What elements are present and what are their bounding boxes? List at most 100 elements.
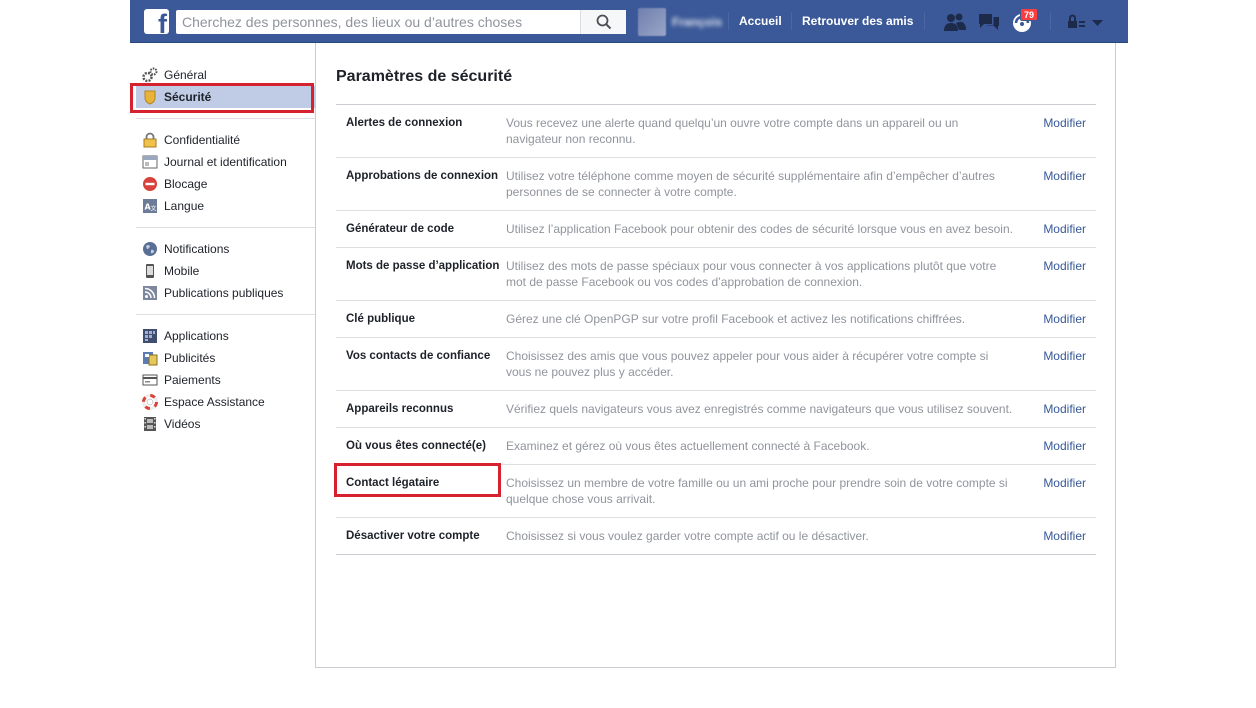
setting-label: Alertes de connexion [346, 117, 463, 129]
setting-description: Gérez une clé OpenPGP sur votre profil F… [506, 312, 966, 326]
settings-row-login-alerts[interactable]: Alertes de connexion Vous recevez une al… [336, 105, 1096, 158]
nav-find-friends-link[interactable]: Retrouver des amis [802, 14, 913, 28]
sidebar-item-general[interactable]: Général [136, 64, 316, 86]
setting-description: Choisissez des amis que vous pouvez appe… [506, 349, 989, 379]
edit-link[interactable]: Modifier [1043, 168, 1086, 184]
edit-link[interactable]: Modifier [1043, 528, 1086, 544]
timeline-icon [142, 154, 158, 170]
sidebar-group-apps: Applications Publicités Paiements Espace… [136, 321, 316, 439]
top-bar: f François Accueil Retrouver des amis [130, 0, 1128, 43]
sidebar-item-apps[interactable]: Applications [136, 325, 316, 347]
svg-text:文: 文 [151, 205, 157, 213]
film-icon [142, 416, 158, 432]
facebook-logo-icon[interactable]: f [144, 9, 169, 34]
edit-link[interactable]: Modifier [1043, 311, 1086, 327]
sidebar-item-label: Journal et identification [164, 155, 287, 169]
setting-description: Utilisez des mots de passe spéciaux pour… [506, 259, 997, 289]
friend-requests-icon[interactable] [943, 11, 967, 33]
sidebar-divider [136, 314, 315, 315]
notifications-badge: 79 [1020, 8, 1039, 21]
settings-row-code-generator[interactable]: Générateur de code Utilisez l’applicatio… [336, 211, 1096, 248]
globe-icon [142, 241, 158, 257]
sidebar-item-privacy[interactable]: Confidentialité [136, 129, 316, 151]
edit-link[interactable]: Modifier [1043, 401, 1086, 417]
gear-icon [142, 67, 158, 83]
sidebar-item-label: Langue [164, 199, 205, 213]
sidebar-divider [136, 227, 315, 228]
settings-sidebar: Général Sécurité Confidentialité Journal… [136, 60, 316, 439]
edit-link[interactable]: Modifier [1043, 221, 1086, 237]
edit-link[interactable]: Modifier [1043, 438, 1086, 454]
messages-icon[interactable] [977, 11, 1001, 33]
search-icon [596, 14, 612, 30]
sidebar-item-label: Confidentialité [164, 133, 241, 147]
sidebar-item-language[interactable]: A文 Langue [136, 195, 316, 217]
search-button[interactable] [580, 10, 626, 34]
sidebar-item-label: Sécurité [164, 90, 212, 104]
sidebar-item-label: Applications [164, 329, 229, 343]
edit-link[interactable]: Modifier [1043, 258, 1086, 274]
settings-row-legacy-contact[interactable]: Contact légataire Choisissez un membre d… [336, 465, 1096, 518]
sidebar-item-security[interactable]: Sécurité [136, 86, 316, 108]
nav-divider [728, 12, 729, 30]
sidebar-item-mobile[interactable]: Mobile [136, 260, 316, 282]
setting-description: Utilisez l’application Facebook pour obt… [506, 222, 1013, 236]
sidebar-item-public-posts[interactable]: Publications publiques [136, 282, 316, 304]
setting-label: Désactiver votre compte [346, 530, 480, 542]
search-box [176, 10, 626, 34]
edit-link[interactable]: Modifier [1043, 475, 1086, 491]
sidebar-item-support[interactable]: Espace Assistance [136, 391, 316, 413]
sidebar-divider [136, 118, 315, 119]
nav-divider [1050, 12, 1051, 30]
settings-row-trusted-contacts[interactable]: Vos contacts de confiance Choisissez des… [336, 338, 1096, 391]
edit-link[interactable]: Modifier [1043, 115, 1086, 131]
sidebar-item-label: Publicités [164, 351, 216, 365]
sidebar-item-ads[interactable]: Publicités [136, 347, 316, 369]
apps-icon [142, 328, 158, 344]
setting-description: Choisissez un membre de votre famille ou… [506, 476, 1008, 506]
setting-label: Vos contacts de confiance [346, 350, 491, 362]
lock-icon [142, 132, 158, 148]
setting-label: Où vous êtes connecté(e) [346, 440, 486, 452]
settings-row-login-approvals[interactable]: Approbations de connexion Utilisez votre… [336, 158, 1096, 211]
sidebar-item-notifications[interactable]: Notifications [136, 238, 316, 260]
privacy-shortcuts-icon[interactable] [1065, 11, 1089, 33]
settings-row-deactivate-account[interactable]: Désactiver votre compte Choisissez si vo… [336, 518, 1096, 555]
setting-label: Appareils reconnus [346, 403, 454, 415]
settings-row-recognized-devices[interactable]: Appareils reconnus Vérifiez quels naviga… [336, 391, 1096, 428]
profile-link[interactable]: François [638, 8, 722, 36]
sidebar-item-label: Paiements [164, 373, 221, 387]
setting-description: Vérifiez quels navigateurs vous avez enr… [506, 402, 1013, 416]
sidebar-item-timeline[interactable]: Journal et identification [136, 151, 316, 173]
setting-label: Générateur de code [346, 223, 455, 235]
settings-row-app-passwords[interactable]: Mots de passe d’application Utilisez des… [336, 248, 1096, 301]
settings-row-public-key[interactable]: Clé publique Gérez une clé OpenPGP sur v… [336, 301, 1096, 338]
page-title: Paramètres de sécurité [336, 68, 513, 85]
nav-home-link[interactable]: Accueil [739, 14, 782, 28]
sidebar-group-notifications: Notifications Mobile Publications publiq… [136, 234, 316, 308]
ads-icon [142, 350, 158, 366]
setting-label: Clé publique [346, 313, 415, 325]
shield-icon [142, 89, 158, 105]
nav-divider [924, 12, 925, 30]
account-dropdown-icon[interactable] [1090, 11, 1114, 33]
setting-label: Contact légataire [346, 477, 440, 489]
sidebar-item-videos[interactable]: Vidéos [136, 413, 316, 435]
nav-divider [791, 12, 792, 30]
setting-description: Choisissez si vous voulez garder votre c… [506, 529, 869, 543]
sidebar-item-payments[interactable]: Paiements [136, 369, 316, 391]
card-icon [142, 372, 158, 388]
block-icon [142, 176, 158, 192]
edit-link[interactable]: Modifier [1043, 348, 1086, 364]
sidebar-item-label: Espace Assistance [164, 395, 265, 409]
settings-row-where-logged-in[interactable]: Où vous êtes connecté(e) Examinez et gér… [336, 428, 1096, 465]
setting-description: Utilisez votre téléphone comme moyen de … [506, 169, 995, 199]
security-settings-panel: Paramètres de sécurité Alertes de connex… [315, 43, 1116, 668]
sidebar-group-general: Général Sécurité [136, 60, 316, 112]
sidebar-item-label: Notifications [164, 242, 230, 256]
profile-name: François [672, 15, 723, 29]
search-input[interactable] [176, 10, 626, 34]
rss-icon [142, 285, 158, 301]
sidebar-item-blocking[interactable]: Blocage [136, 173, 316, 195]
sidebar-item-label: Mobile [164, 264, 200, 278]
